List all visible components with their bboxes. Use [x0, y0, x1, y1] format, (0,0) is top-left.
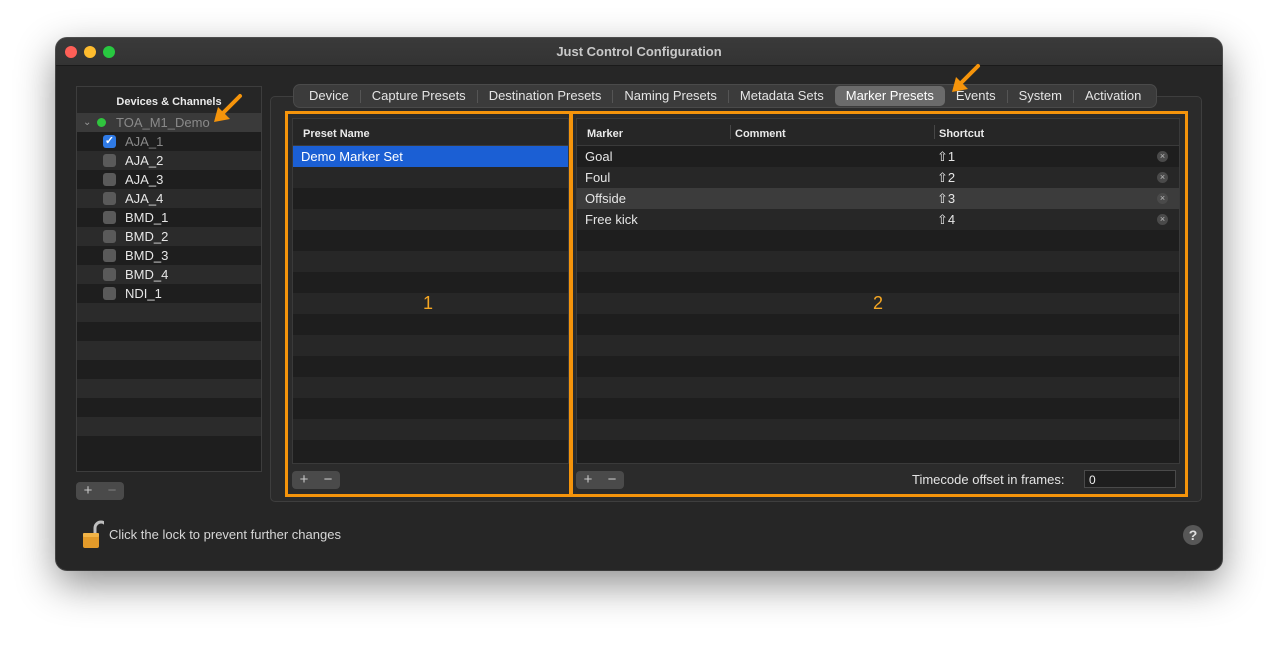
- channel-row[interactable]: ✓ AJA_1: [77, 132, 261, 151]
- empty-row: [77, 341, 261, 360]
- channel-label: AJA_2: [125, 153, 164, 168]
- channel-checkbox[interactable]: [103, 230, 116, 243]
- channel-row[interactable]: BMD_4: [77, 265, 261, 284]
- annotation-arrow-icon: [952, 64, 980, 92]
- channel-row[interactable]: AJA_4: [77, 189, 261, 208]
- status-dot-icon: [97, 118, 106, 127]
- annotation-number-1: 1: [423, 293, 434, 313]
- chevron-down-icon[interactable]: ⌄: [83, 113, 91, 132]
- channel-row[interactable]: BMD_3: [77, 246, 261, 265]
- tab-destination-presets[interactable]: Destination Presets: [478, 86, 613, 106]
- tab-device[interactable]: Device: [298, 86, 360, 106]
- channel-label: BMD_2: [125, 229, 169, 244]
- tab-system[interactable]: System: [1008, 86, 1073, 106]
- annotation-arrow-icon: [214, 94, 242, 122]
- channel-label: BMD_3: [125, 248, 169, 263]
- tab-marker-presets[interactable]: Marker Presets: [834, 86, 945, 106]
- sidebar-buttons: + −: [76, 482, 126, 500]
- channel-row[interactable]: NDI_1: [77, 284, 261, 303]
- tab-metadata-sets[interactable]: Metadata Sets: [729, 86, 835, 106]
- annotation-number-2: 2: [873, 293, 884, 313]
- channel-checkbox[interactable]: [103, 249, 116, 262]
- channel-checkbox[interactable]: [103, 268, 116, 281]
- channel-label: BMD_1: [125, 210, 169, 225]
- empty-row: [77, 379, 261, 398]
- tab-naming-presets[interactable]: Naming Presets: [613, 86, 727, 106]
- device-label: TOA_M1_Demo: [116, 115, 210, 130]
- lock-status-text: Click the lock to prevent further change…: [109, 527, 341, 542]
- empty-row: [77, 360, 261, 379]
- channel-checkbox[interactable]: [103, 211, 116, 224]
- tab-capture-presets[interactable]: Capture Presets: [361, 86, 477, 106]
- channel-checkbox[interactable]: [103, 192, 116, 205]
- channel-checkbox[interactable]: [103, 173, 116, 186]
- tab-bar: Device Capture Presets Destination Presets…: [294, 85, 1157, 107]
- configuration-window: Just Control Configuration Devices & Cha…: [56, 38, 1222, 570]
- empty-row: [77, 398, 261, 417]
- window-title: Just Control Configuration: [556, 44, 722, 59]
- title-bar: Just Control Configuration: [56, 38, 1222, 66]
- channel-row[interactable]: BMD_1: [77, 208, 261, 227]
- channel-label: AJA_1: [125, 134, 164, 149]
- channel-row[interactable]: AJA_3: [77, 170, 261, 189]
- tab-activation[interactable]: Activation: [1074, 86, 1152, 106]
- channel-row[interactable]: AJA_2: [77, 151, 261, 170]
- unlocked-lock-icon[interactable]: [82, 520, 104, 550]
- help-button[interactable]: ?: [1183, 525, 1203, 545]
- channel-checkbox[interactable]: [103, 287, 116, 300]
- empty-row: [77, 417, 261, 436]
- channel-checkbox[interactable]: ✓: [103, 135, 116, 148]
- devices-channels-list: Devices & Channels ⌄ TOA_M1_Demo ✓ AJA_1 AJA…: [76, 86, 262, 472]
- channel-label: BMD_4: [125, 267, 169, 282]
- channel-checkbox[interactable]: [103, 154, 116, 167]
- channel-label: NDI_1: [125, 286, 162, 301]
- channel-label: AJA_3: [125, 172, 164, 187]
- empty-row: [77, 436, 261, 455]
- remove-device-button[interactable]: −: [100, 482, 124, 500]
- add-device-button[interactable]: +: [76, 482, 100, 500]
- empty-row: [77, 322, 261, 341]
- channel-label: AJA_4: [125, 191, 164, 206]
- empty-row: [77, 303, 261, 322]
- channel-row[interactable]: BMD_2: [77, 227, 261, 246]
